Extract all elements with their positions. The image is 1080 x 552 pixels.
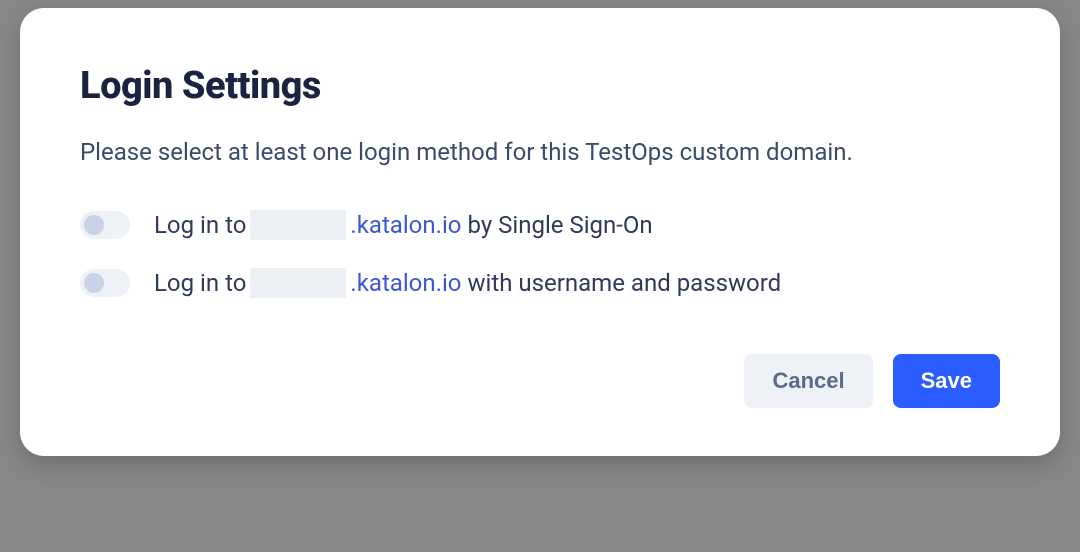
modal-title: Login Settings (80, 64, 1000, 108)
button-row: Cancel Save (80, 354, 1000, 408)
domain-suffix: .katalon.io (350, 211, 461, 239)
redacted-subdomain (250, 268, 346, 298)
cancel-button[interactable]: Cancel (744, 354, 872, 408)
redacted-subdomain (250, 210, 346, 240)
toggle-knob-icon (84, 215, 104, 235)
toggle-password[interactable] (80, 269, 130, 297)
option-prefix: Log in to (154, 269, 246, 297)
option-password: Log in to .katalon.io with username and … (80, 268, 1000, 298)
option-suffix: by Single Sign-On (467, 211, 652, 239)
toggle-sso[interactable] (80, 211, 130, 239)
save-button[interactable]: Save (893, 354, 1000, 408)
option-sso-label: Log in to .katalon.io by Single Sign-On (154, 210, 653, 240)
option-suffix: with username and password (467, 269, 781, 297)
domain-suffix: .katalon.io (350, 269, 461, 297)
toggle-knob-icon (84, 273, 104, 293)
option-password-label: Log in to .katalon.io with username and … (154, 268, 781, 298)
modal-backdrop: Login Settings Please select at least on… (0, 0, 1080, 552)
login-settings-modal: Login Settings Please select at least on… (20, 8, 1060, 456)
modal-description: Please select at least one login method … (80, 136, 1000, 170)
option-sso: Log in to .katalon.io by Single Sign-On (80, 210, 1000, 240)
option-prefix: Log in to (154, 211, 246, 239)
